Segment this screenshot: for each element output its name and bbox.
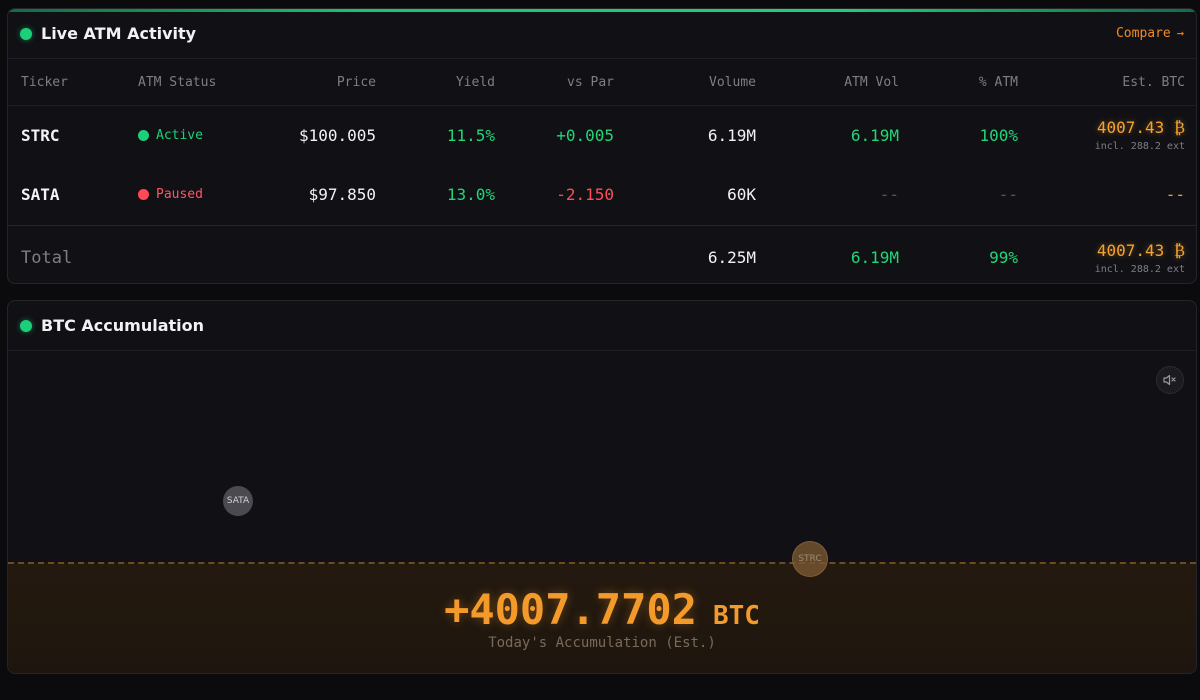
yield-value: 13.0% [446, 185, 495, 205]
est-btc-value: -- [1165, 185, 1185, 205]
column-header-atm-status[interactable]: ATM Status [138, 61, 255, 106]
card-title: BTC Accumulation [41, 316, 205, 335]
table-header-row: Ticker ATM Status Price Yield vs Par Vol… [8, 61, 1196, 106]
live-indicator-dot-icon [20, 27, 32, 40]
total-pct-atm-value: 99% [899, 224, 1018, 283]
column-header-ticker[interactable]: Ticker [8, 61, 138, 106]
total-volume-value: 6.25M [614, 224, 756, 283]
accumulation-caption: Today's Accumulation (Est.) [488, 635, 716, 651]
card-title: Live ATM Activity [41, 24, 197, 43]
bubble-sata[interactable]: SATA [223, 486, 253, 516]
est-btc-subtext: incl. 288.2 ext [1094, 141, 1185, 153]
price-value: $97.850 [308, 185, 376, 205]
column-header-est-btc[interactable]: Est. BTC [1018, 61, 1196, 106]
total-est-btc-subtext: incl. 288.2 ext [1094, 263, 1185, 275]
status-dot-icon [138, 129, 149, 141]
atm-vol-value: 6.19M [850, 125, 899, 145]
vs-par-value: +0.005 [556, 125, 614, 145]
accumulation-unit: BTC [712, 601, 760, 631]
atm-table: Ticker ATM Status Price Yield vs Par Vol… [8, 61, 1196, 283]
column-header-pct-atm[interactable]: % ATM [899, 61, 1018, 106]
accumulation-total: +4007.7702 BTC [8, 585, 1196, 634]
status-badge: Active [138, 128, 203, 143]
total-est-btc-value: 4007.43 ₿ [1096, 240, 1185, 260]
column-header-price[interactable]: Price [255, 61, 376, 106]
accumulation-value: +4007.7702 [444, 585, 697, 634]
column-header-atm-vol[interactable]: ATM Vol [756, 61, 899, 106]
atm-vol-value: -- [879, 185, 899, 205]
total-atm-vol-value: 6.19M [756, 224, 899, 283]
column-header-yield[interactable]: Yield [376, 61, 495, 106]
volume-value: 6.19M [707, 125, 756, 145]
column-header-volume[interactable]: Volume [614, 61, 756, 106]
arrow-right-icon: → [1176, 26, 1184, 40]
card-header: Live ATM Activity Compare → [8, 9, 1196, 59]
status-badge: Paused [138, 187, 203, 202]
pct-atm-value: -- [998, 185, 1018, 205]
compare-link[interactable]: Compare → [1116, 26, 1184, 41]
compare-label: Compare [1115, 26, 1171, 41]
table-total-row: Total 6.25M 6.19M 99% 4007.43 ₿ incl. 28… [8, 224, 1196, 283]
total-label: Total [21, 247, 73, 268]
ticker: SATA [21, 185, 60, 205]
live-atm-activity-card: Live ATM Activity Compare → Ticker ATM St… [7, 8, 1197, 284]
table-row-sata[interactable]: SATA Paused $97.850 13.0% -2.150 60K -- … [8, 165, 1196, 225]
status-label: Paused [156, 187, 203, 203]
status-dot-icon [138, 189, 149, 201]
live-indicator-dot-icon [20, 319, 32, 332]
pct-atm-value: 100% [979, 125, 1018, 145]
table-row-strc[interactable]: STRC Active $100.005 11.5% +0.005 6.19M … [8, 105, 1196, 165]
volume-value: 60K [727, 185, 756, 205]
column-header-vs-par[interactable]: vs Par [495, 61, 614, 106]
card-header: BTC Accumulation [8, 301, 1196, 351]
bubble-strc[interactable]: STRC [792, 541, 828, 577]
speaker-muted-icon [1163, 374, 1176, 386]
est-btc-value: 4007.43 ₿ [1096, 118, 1185, 138]
yield-value: 11.5% [446, 125, 495, 145]
mute-toggle-button[interactable] [1156, 366, 1184, 394]
price-value: $100.005 [298, 125, 376, 145]
btc-accumulation-card: BTC Accumulation SATA STRC +4007.7702 BTC… [7, 300, 1197, 674]
ticker: STRC [21, 125, 60, 145]
vs-par-value: -2.150 [556, 185, 614, 205]
status-label: Active [156, 127, 203, 143]
